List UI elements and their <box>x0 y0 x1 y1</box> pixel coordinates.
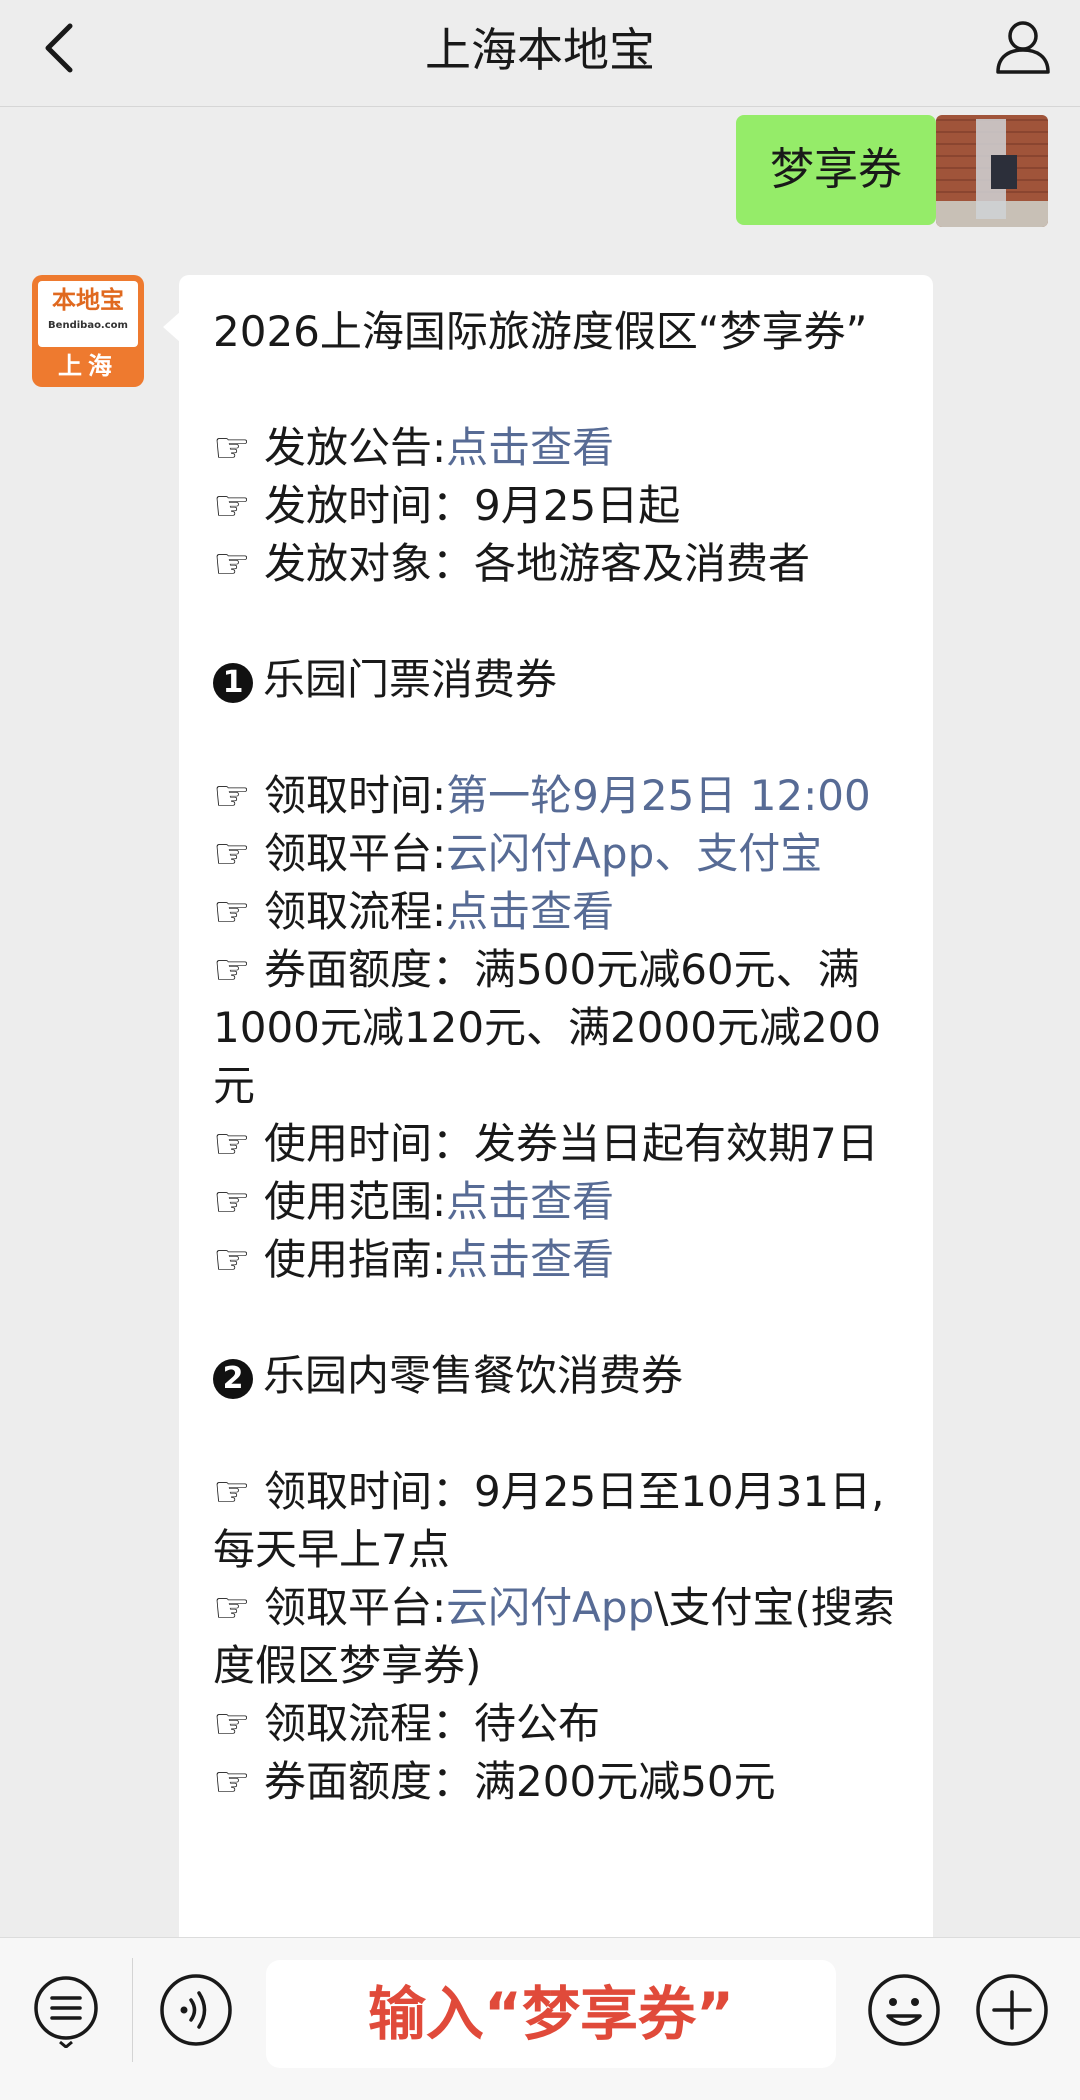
profile-icon[interactable] <box>994 18 1052 76</box>
detail-label: 券面额度： <box>264 1757 475 1806</box>
avatar-logo-city: 上海 <box>58 352 118 380</box>
detail-line: ☞ 领取流程：待公布 <box>213 1695 903 1753</box>
intro-value: 各地游客及消费者 <box>474 539 811 588</box>
detail-line: ☞ 使用时间：发券当日起有效期7日 <box>213 1115 903 1173</box>
intro-label: 发放公告: <box>264 423 447 472</box>
detail-line: ☞ 使用范围:点击查看 <box>213 1173 903 1231</box>
menu-icon[interactable] <box>28 1972 104 2048</box>
voice-icon[interactable] <box>158 1972 234 2048</box>
article-title: 2026上海国际旅游度假区“梦享券” <box>213 307 868 356</box>
avatar-logo-text: 本地宝 <box>52 286 124 314</box>
account-avatar[interactable]: 本地宝 Bendibao.com 上海 <box>32 275 144 387</box>
pointing-hand-icon: ☞ <box>213 887 251 936</box>
section2-title: 乐园内零售餐饮消费券 <box>263 1351 684 1400</box>
pointing-hand-icon: ☞ <box>213 1235 251 1284</box>
detail-line: ☞ 使用指南:点击查看 <box>213 1231 903 1289</box>
pointing-hand-icon: ☞ <box>213 1757 251 1806</box>
intro-link[interactable]: 点击查看 <box>446 423 614 472</box>
detail-label: 使用指南: <box>264 1235 447 1284</box>
toolbar-divider <box>132 1958 133 2062</box>
section2-heading: 2 乐园内零售餐饮消费券 <box>213 1347 903 1405</box>
detail-line: ☞ 领取平台:云闪付App\支付宝(搜索度假区梦享券) <box>213 1579 903 1695</box>
detail-value: 满200元减50元 <box>474 1757 776 1806</box>
detail-line: ☞ 券面额度：满200元减50元 <box>213 1753 903 1811</box>
detail-label: 领取时间： <box>264 1467 475 1516</box>
pointing-hand-icon: ☞ <box>213 1583 251 1632</box>
number-2-icon: 2 <box>213 1359 253 1399</box>
intro-label: 发放时间： <box>264 481 475 530</box>
detail-value: 发券当日起有效期7日 <box>474 1119 879 1168</box>
detail-link[interactable]: 点击查看 <box>446 887 614 936</box>
detail-link[interactable]: 点击查看 <box>446 1235 614 1284</box>
intro-value: 9月25日起 <box>474 481 681 530</box>
detail-label: 领取平台: <box>264 1583 447 1632</box>
detail-line: ☞ 领取平台:云闪付App、支付宝 <box>213 825 903 883</box>
intro-label: 发放对象： <box>264 539 475 588</box>
detail-label: 使用时间： <box>264 1119 475 1168</box>
input-toolbar: 输入“梦享券” <box>0 1937 1080 2100</box>
nav-header: 上海本地宝 <box>0 0 1080 107</box>
section1-heading: 1 乐园门票消费券 <box>213 651 903 709</box>
detail-label: 使用范围: <box>264 1177 447 1226</box>
message-input[interactable]: 输入“梦享券” <box>266 1960 836 2068</box>
pointing-hand-icon: ☞ <box>213 1467 251 1516</box>
pointing-hand-icon: ☞ <box>213 539 251 588</box>
section1-title: 乐园门票消费券 <box>263 655 558 704</box>
detail-line: ☞ 券面额度：满500元减60元、满1000元减120元、满2000元减200元 <box>213 941 903 1115</box>
section2-list: ☞ 领取时间：9月25日至10月31日,每天早上7点 ☞ 领取平台:云闪付App\… <box>213 1463 903 1811</box>
plus-icon[interactable] <box>974 1972 1050 2048</box>
pointing-hand-icon: ☞ <box>213 771 251 820</box>
detail-label: 领取流程： <box>264 1699 475 1748</box>
detail-label: 领取流程: <box>264 887 447 936</box>
intro-line: ☞ 发放时间：9月25日起 <box>213 477 903 535</box>
user-avatar[interactable] <box>936 115 1048 227</box>
number-1-icon: 1 <box>213 663 253 703</box>
pointing-hand-icon: ☞ <box>213 1177 251 1226</box>
intro-list: ☞ 发放公告:点击查看 ☞ 发放时间：9月25日起 ☞ 发放对象：各地游客及消费者 <box>213 419 903 593</box>
pointing-hand-icon: ☞ <box>213 1699 251 1748</box>
detail-link[interactable]: 点击查看 <box>446 1177 614 1226</box>
pointing-hand-icon: ☞ <box>213 423 251 472</box>
detail-line: ☞ 领取流程:点击查看 <box>213 883 903 941</box>
pointing-hand-icon: ☞ <box>213 829 251 878</box>
detail-label: 券面额度： <box>264 945 475 994</box>
section1-list: ☞ 领取时间:第一轮9月25日 12:00 ☞ 领取平台:云闪付App、支付宝 ☞ … <box>213 767 903 1289</box>
detail-line: ☞ 领取时间:第一轮9月25日 12:00 <box>213 767 903 825</box>
chat-area[interactable]: 梦享券 本地宝 Bendibao.com 上海 2026上海国际旅游度假区“梦享… <box>0 107 1080 1937</box>
intro-line: ☞ 发放对象：各地游客及消费者 <box>213 535 903 593</box>
detail-link[interactable]: 云闪付App、支付宝 <box>446 829 822 878</box>
detail-label: 领取时间: <box>264 771 447 820</box>
intro-line: ☞ 发放公告:点击查看 <box>213 419 903 477</box>
pointing-hand-icon: ☞ <box>213 1119 251 1168</box>
detail-label: 领取平台: <box>264 829 447 878</box>
detail-value: 待公布 <box>474 1699 601 1748</box>
incoming-message: 2026上海国际旅游度假区“梦享券” ☞ 发放公告:点击查看 ☞ 发放时间：9月2… <box>163 275 933 1937</box>
outgoing-message[interactable]: 梦享券 <box>736 115 952 225</box>
pointing-hand-icon: ☞ <box>213 945 251 994</box>
emoji-icon[interactable] <box>866 1972 942 2048</box>
pointing-hand-icon: ☞ <box>213 481 251 530</box>
page-title: 上海本地宝 <box>425 23 655 77</box>
detail-line: ☞ 领取时间：9月25日至10月31日,每天早上7点 <box>213 1463 903 1579</box>
avatar-logo-domain: Bendibao.com <box>48 320 128 331</box>
detail-link[interactable]: 云闪付App <box>446 1583 654 1632</box>
detail-link[interactable]: 第一轮9月25日 12:00 <box>446 771 871 820</box>
